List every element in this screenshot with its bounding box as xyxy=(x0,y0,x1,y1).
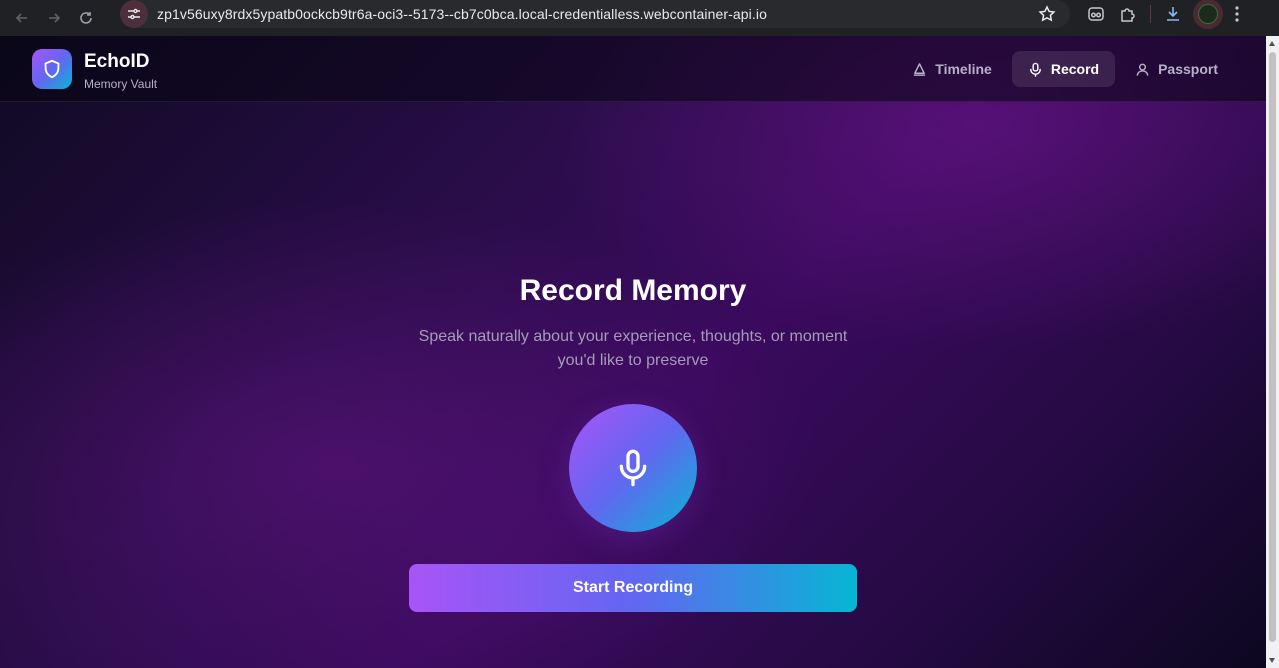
logo[interactable] xyxy=(32,49,72,89)
browser-toolbar: zp1v56uxy8rdx5ypatb0ockcb9tr6a-oci3--517… xyxy=(0,0,1279,36)
app-header: EchoID Memory Vault Timeline Record Pass… xyxy=(0,36,1266,102)
reload-button[interactable] xyxy=(70,2,102,34)
extension-button[interactable] xyxy=(1080,0,1112,28)
tune-icon xyxy=(128,8,140,20)
puzzle-icon xyxy=(1121,8,1135,22)
arrow-right-icon xyxy=(49,13,61,23)
nav-label: Timeline xyxy=(935,61,992,77)
toolbar-divider xyxy=(1150,5,1151,23)
scroll-up-arrow[interactable] xyxy=(1269,41,1275,46)
url-text: zp1v56uxy8rdx5ypatb0ockcb9tr6a-oci3--517… xyxy=(157,6,767,22)
download-icon xyxy=(1167,7,1179,21)
nav-item-timeline[interactable]: Timeline xyxy=(896,51,1008,87)
bookmark-star-icon[interactable] xyxy=(1038,5,1056,23)
nav-item-record[interactable]: Record xyxy=(1011,51,1116,87)
nav-label: Record xyxy=(1050,61,1100,77)
arrow-left-icon xyxy=(15,13,27,23)
page-scrollbar[interactable] xyxy=(1266,36,1279,668)
nav-label: Passport xyxy=(1158,61,1218,77)
page-description: Speak naturally about your experience, t… xyxy=(418,328,848,369)
page-title: Record Memory xyxy=(519,274,747,307)
start-recording-button[interactable]: Start Recording xyxy=(409,564,857,612)
profile-button[interactable] xyxy=(1193,0,1223,29)
nav-item-passport[interactable]: Passport xyxy=(1119,51,1234,87)
downloads-button[interactable] xyxy=(1157,0,1189,28)
mic-icon xyxy=(1029,62,1041,77)
reload-icon xyxy=(80,12,92,24)
mic-icon xyxy=(619,449,647,487)
browser-menu-button[interactable] xyxy=(1227,6,1247,22)
extensions-area xyxy=(1080,0,1247,29)
extensions-menu-button[interactable] xyxy=(1112,0,1144,28)
main-nav: Timeline Record Passport xyxy=(896,51,1234,87)
address-bar[interactable]: zp1v56uxy8rdx5ypatb0ockcb9tr6a-oci3--517… xyxy=(120,0,1070,28)
timeline-icon xyxy=(914,62,926,76)
user-icon xyxy=(1136,63,1149,76)
scrollbar-thumb[interactable] xyxy=(1269,52,1276,642)
app-name: EchoID xyxy=(84,51,150,72)
scroll-down-arrow[interactable] xyxy=(1269,658,1275,663)
back-button[interactable] xyxy=(6,2,38,34)
forward-button[interactable] xyxy=(38,2,70,34)
app-tagline: Memory Vault xyxy=(84,77,158,91)
shield-icon xyxy=(44,59,60,79)
record-mic-button[interactable] xyxy=(569,404,697,532)
extension-glasses-icon xyxy=(1088,7,1104,21)
more-vert-icon xyxy=(1235,6,1239,22)
app-viewport: EchoID Memory Vault Timeline Record Pass… xyxy=(0,36,1266,668)
site-info-button[interactable] xyxy=(120,0,148,28)
avatar xyxy=(1198,4,1218,24)
